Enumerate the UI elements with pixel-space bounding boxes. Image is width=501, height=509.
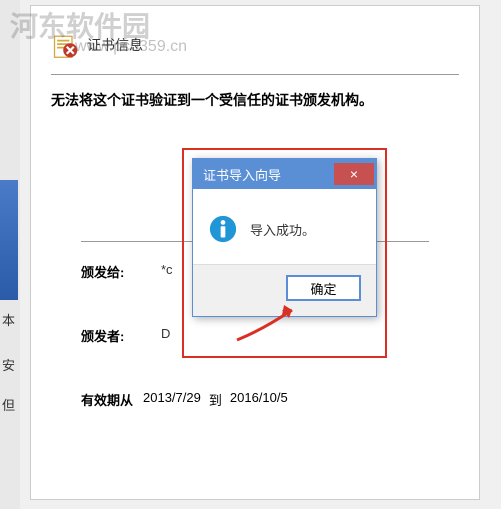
- sidebar-char: 安: [2, 355, 15, 374]
- close-icon: ×: [350, 166, 358, 182]
- validity-row: 有效期从 2013/7/29 到 2016/10/5: [81, 390, 429, 409]
- certificate-warning-icon: [51, 31, 79, 59]
- cert-info-title: 证书信息: [87, 35, 143, 55]
- dialog-titlebar[interactable]: 证书导入向导 ×: [193, 159, 376, 189]
- cert-warning-text: 无法将这个证书验证到一个受信任的证书颁发机构。: [31, 90, 479, 111]
- sidebar-decoration: [0, 180, 18, 300]
- cert-header: 证书信息: [31, 6, 479, 69]
- import-wizard-dialog: 证书导入向导 × 导入成功。 确定: [192, 158, 377, 317]
- dialog-title: 证书导入向导: [203, 165, 281, 184]
- dialog-body: 导入成功。: [193, 189, 376, 264]
- issued-by-row: 颁发者: D: [81, 326, 429, 345]
- issued-to-value: *c: [161, 262, 173, 281]
- issued-by-label: 颁发者:: [81, 326, 161, 345]
- dialog-footer: 确定: [193, 264, 376, 316]
- validity-to: 2016/10/5: [230, 390, 288, 409]
- validity-label: 有效期从: [81, 390, 133, 409]
- issued-by-value: D: [161, 326, 170, 345]
- validity-to-label: 到: [209, 390, 222, 409]
- sidebar-char: 但: [2, 395, 15, 414]
- info-icon: [208, 214, 238, 244]
- sidebar: 本 安 但: [0, 0, 20, 509]
- close-button[interactable]: ×: [334, 163, 374, 185]
- dialog-message: 导入成功。: [250, 220, 315, 239]
- issued-to-label: 颁发给:: [81, 262, 161, 281]
- divider: [51, 74, 459, 75]
- validity-from: 2013/7/29: [143, 390, 201, 409]
- ok-button[interactable]: 确定: [286, 275, 361, 301]
- sidebar-char: 本: [2, 310, 15, 329]
